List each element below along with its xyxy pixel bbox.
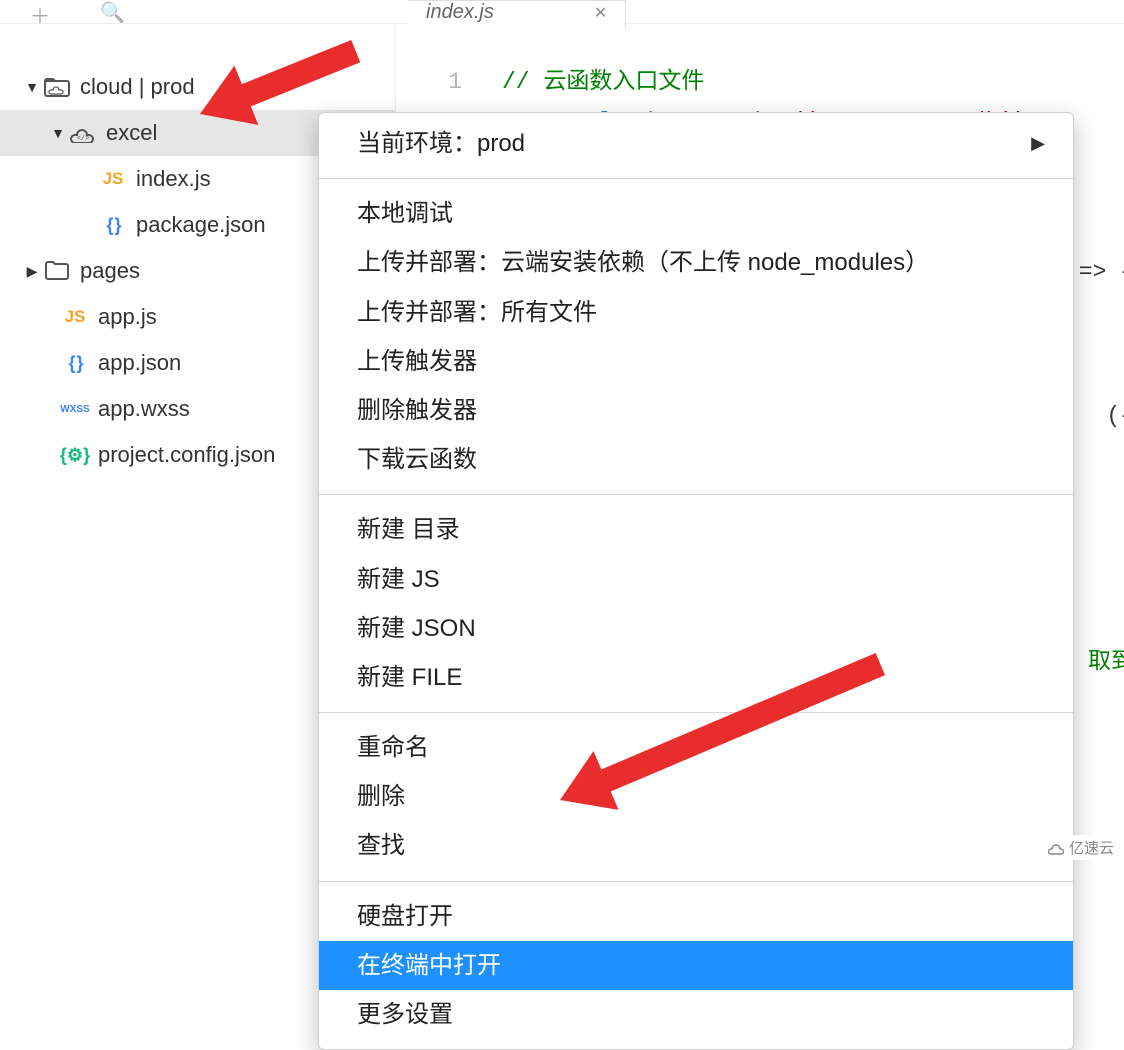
js-file-icon: JS xyxy=(60,307,90,327)
menu-separator xyxy=(319,712,1073,713)
menu-item-label: 查找 xyxy=(357,832,405,859)
wxss-file-icon: WXSS xyxy=(60,404,90,415)
tree-label: package.json xyxy=(136,212,266,238)
menu-item-upload-all-files[interactable]: 上传并部署：所有文件 xyxy=(319,288,1073,337)
menu-item-label: 删除 xyxy=(357,783,405,810)
menu-item-label: 新建 目录 xyxy=(357,516,460,543)
tree-label: pages xyxy=(80,258,140,284)
code-fragment: 取到 xyxy=(1088,642,1124,682)
tree-label: app.js xyxy=(98,304,157,330)
config-file-icon: {⚙} xyxy=(60,445,90,466)
menu-item-open-in-disk[interactable]: 硬盘打开 xyxy=(319,892,1073,941)
play-icon: ▶ xyxy=(1031,130,1045,158)
menu-item-environment[interactable]: 当前环境：prod ▶ xyxy=(319,119,1073,168)
menu-item-local-debug[interactable]: 本地调试 xyxy=(319,189,1073,238)
json-file-icon: { } xyxy=(98,215,128,236)
menu-item-upload-trigger[interactable]: 上传触发器 xyxy=(319,337,1073,386)
tree-label: app.wxss xyxy=(98,396,190,422)
code-comment: // 云函数入口文件 xyxy=(502,62,704,102)
menu-item-label: 新建 JSON xyxy=(357,615,476,642)
tree-label: project.config.json xyxy=(98,442,275,468)
chevron-down-icon xyxy=(48,125,68,141)
menu-item-find[interactable]: 查找 xyxy=(319,821,1073,870)
line-number: 1 xyxy=(426,62,462,102)
menu-item-label: 更多设置 xyxy=(357,1001,453,1028)
close-icon[interactable]: ✕ xyxy=(594,3,607,23)
cloud-folder-icon xyxy=(42,77,72,97)
menu-separator xyxy=(319,881,1073,882)
watermark: 亿速云 xyxy=(1043,835,1118,860)
tree-label: excel xyxy=(106,120,157,146)
menu-item-label: 重命名 xyxy=(357,734,429,761)
menu-item-delete-trigger[interactable]: 删除触发器 xyxy=(319,386,1073,435)
menu-item-label: 下载云函数 xyxy=(357,446,477,473)
code-fragment: => { xyxy=(1079,252,1124,292)
code-line: 1 // 云函数入口文件 xyxy=(426,62,1124,102)
menu-item-label: 上传并部署：所有文件 xyxy=(357,299,597,326)
menu-item-label: 新建 JS xyxy=(357,566,440,593)
json-file-icon: { } xyxy=(60,353,90,374)
menu-item-label: 删除触发器 xyxy=(357,397,477,424)
code-fragment: ({ xyxy=(1106,396,1124,436)
watermark-text: 亿速云 xyxy=(1069,837,1114,858)
menu-item-label: 当前环境：prod xyxy=(357,125,525,162)
js-file-icon: JS xyxy=(98,169,128,189)
menu-item-new-file[interactable]: 新建 FILE xyxy=(319,653,1073,702)
chevron-down-icon xyxy=(22,79,42,95)
menu-item-label: 硬盘打开 xyxy=(357,903,453,930)
menu-item-upload-cloud-install[interactable]: 上传并部署：云端安装依赖（不上传 node_modules） xyxy=(319,238,1073,287)
chevron-right-icon xyxy=(22,263,42,280)
cloud-function-icon: </> xyxy=(68,123,98,143)
menu-item-delete[interactable]: 删除 xyxy=(319,772,1073,821)
menu-separator xyxy=(319,494,1073,495)
editor-tab-bar: index.js ✕ xyxy=(408,0,626,26)
menu-item-label: 上传并部署：云端安装依赖（不上传 node_modules） xyxy=(357,249,929,276)
menu-separator xyxy=(319,178,1073,179)
menu-item-download-cloud-function[interactable]: 下载云函数 xyxy=(319,435,1073,484)
menu-item-new-js[interactable]: 新建 JS xyxy=(319,555,1073,604)
menu-item-new-directory[interactable]: 新建 目录 xyxy=(319,505,1073,554)
tab-title: index.js xyxy=(426,1,494,24)
menu-item-label: 在终端中打开 xyxy=(357,952,501,979)
tree-label: app.json xyxy=(98,350,181,376)
tree-label: cloud | prod xyxy=(80,74,195,100)
context-menu: 当前环境：prod ▶ 本地调试 上传并部署：云端安装依赖（不上传 node_m… xyxy=(318,112,1074,1050)
tree-label: index.js xyxy=(136,166,211,192)
menu-item-label: 上传触发器 xyxy=(357,348,477,375)
svg-text:</>: </> xyxy=(77,135,90,143)
menu-item-open-in-terminal[interactable]: 在终端中打开 xyxy=(319,941,1073,990)
menu-item-more-settings[interactable]: 更多设置 xyxy=(319,990,1073,1039)
menu-item-new-json[interactable]: 新建 JSON xyxy=(319,604,1073,653)
search-icon[interactable]: 🔍 xyxy=(100,0,125,25)
menu-item-label: 本地调试 xyxy=(357,200,453,227)
menu-item-label: 新建 FILE xyxy=(357,664,462,691)
folder-icon xyxy=(42,261,72,281)
